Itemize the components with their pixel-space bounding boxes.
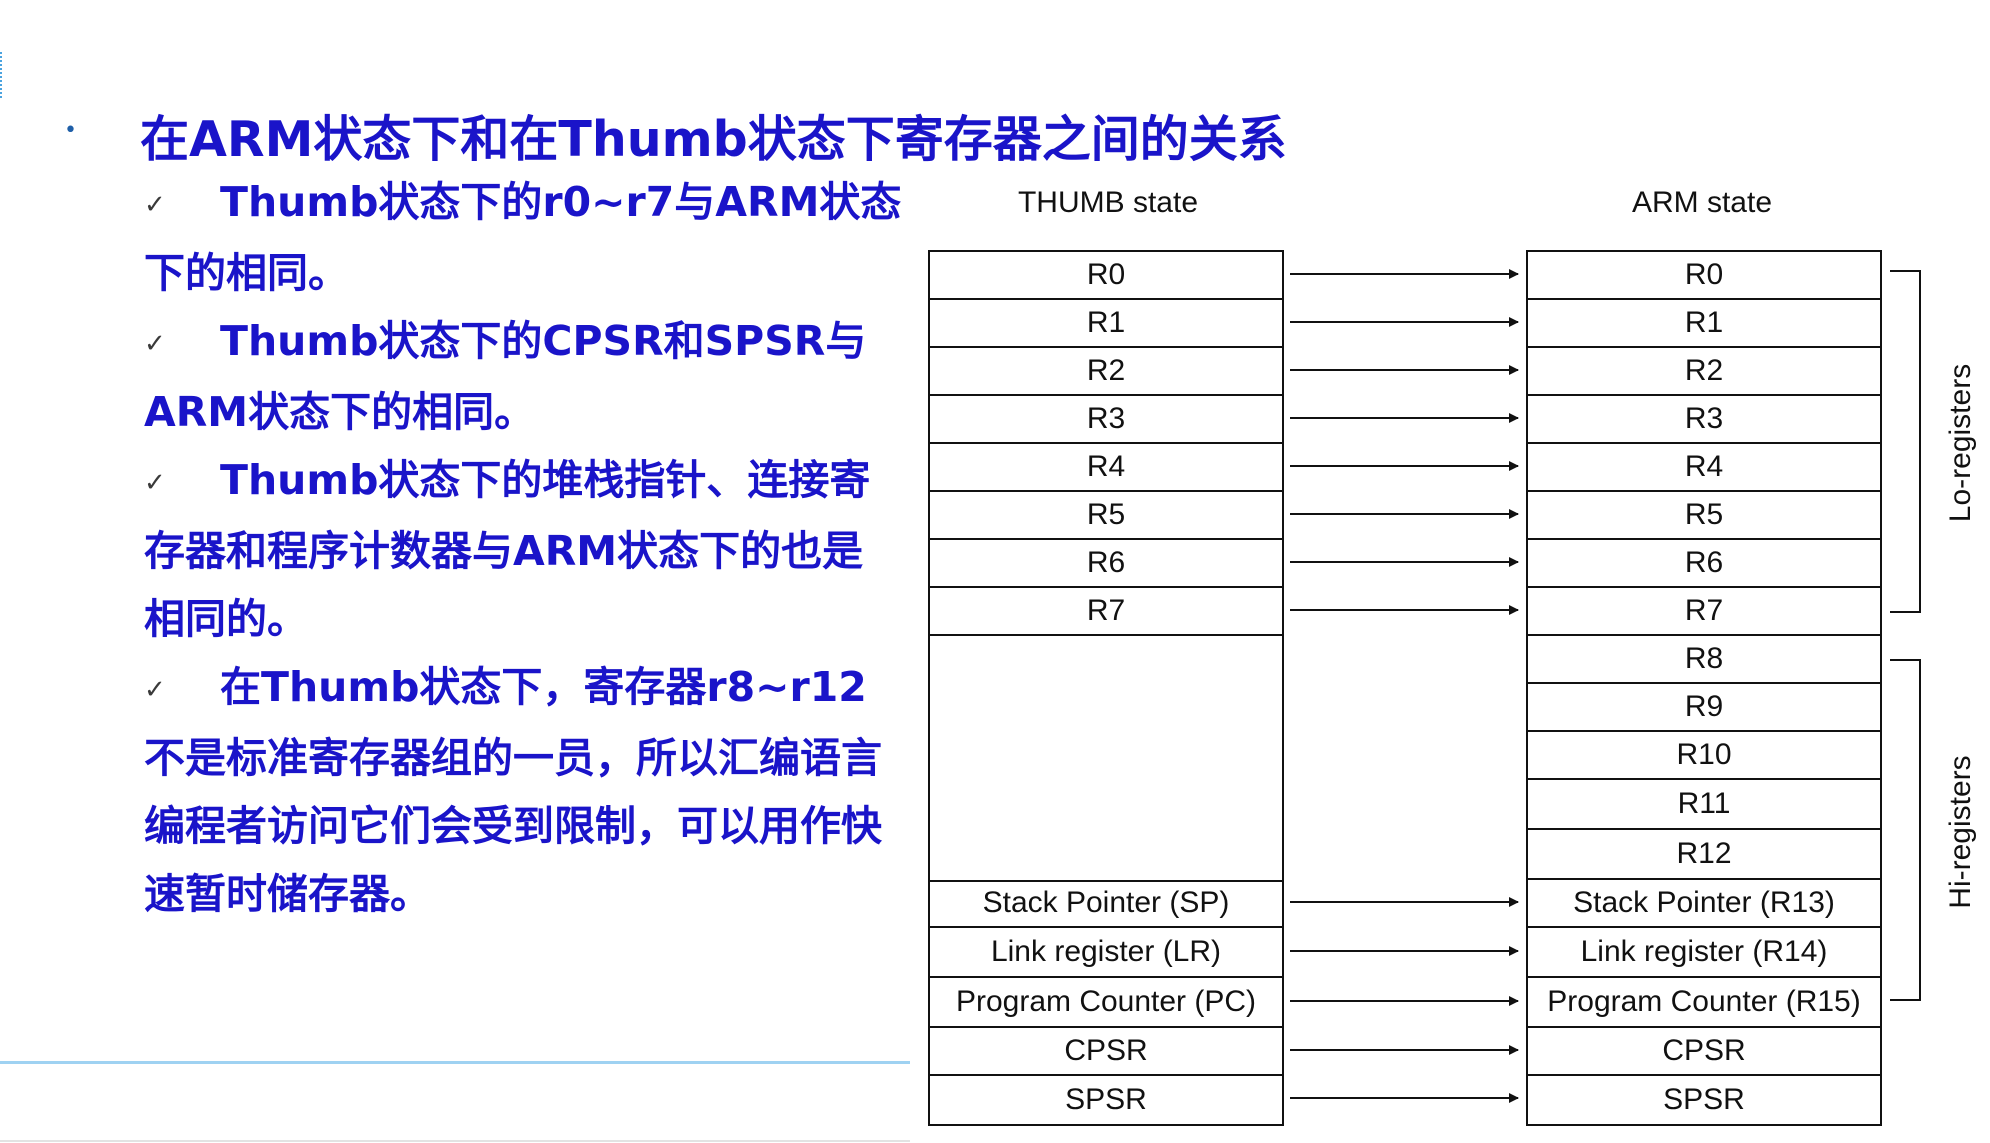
lo-register-bracket (1890, 270, 1921, 613)
hi-register-bracket (1890, 659, 1921, 1001)
lo-registers-label: Lo-registers (1944, 363, 1977, 523)
mapping-arrows (1290, 269, 1921, 1103)
hi-registers-label: Hi-registers (1944, 755, 1977, 909)
